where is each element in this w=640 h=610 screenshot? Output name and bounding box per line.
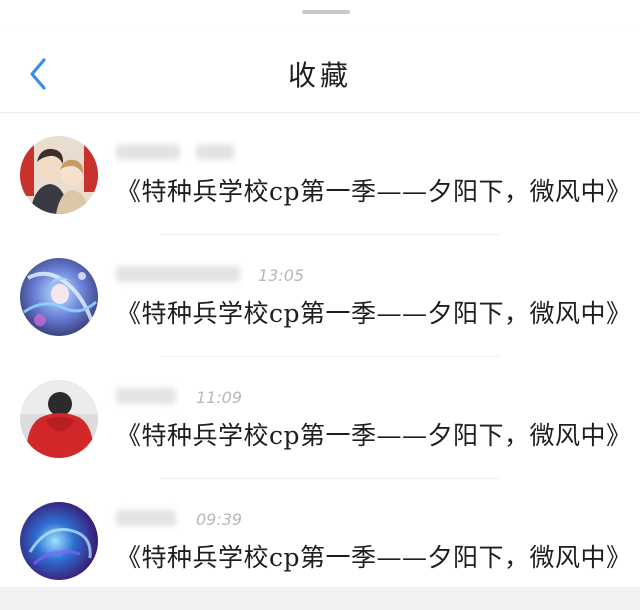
page-title: 收藏 xyxy=(287,59,352,92)
timestamp: 09:39 xyxy=(196,510,243,529)
list-item[interactable]: 09:39 《特种兵学校cp第一季——夕阳下，微风中》 xyxy=(0,488,640,610)
divider xyxy=(160,356,500,357)
avatar xyxy=(20,502,98,580)
favorite-title: 《特种兵学校cp第一季——夕阳下，微风中》 xyxy=(116,299,632,328)
author-name-blurred xyxy=(116,510,176,526)
header-bar: 收藏 xyxy=(0,32,640,113)
timestamp: 11:09 xyxy=(196,388,243,407)
favorite-title: 《特种兵学校cp第一季——夕阳下，微风中》 xyxy=(116,543,632,572)
avatar xyxy=(20,136,98,214)
divider xyxy=(160,478,500,479)
list-item[interactable]: 13:05 《特种兵学校cp第一季——夕阳下，微风中》 xyxy=(0,244,640,366)
favorites-list: 《特种兵学校cp第一季——夕阳下，微风中》 13:05 《特种兵学校cp第一季—… xyxy=(0,122,640,610)
divider xyxy=(160,234,500,235)
list-item[interactable]: 11:09 《特种兵学校cp第一季——夕阳下，微风中》 xyxy=(0,366,640,488)
favorite-title: 《特种兵学校cp第一季——夕阳下，微风中》 xyxy=(116,177,632,206)
favorite-title: 《特种兵学校cp第一季——夕阳下，微风中》 xyxy=(116,421,632,450)
author-name-blurred xyxy=(116,266,240,282)
favorites-sheet: 收藏 《特种兵学校cp第一季——夕阳下，微风中》 13:05 《特种兵学校cp第… xyxy=(0,0,640,587)
author-name-blurred xyxy=(116,144,180,160)
avatar xyxy=(20,258,98,336)
avatar xyxy=(20,380,98,458)
list-item[interactable]: 《特种兵学校cp第一季——夕阳下，微风中》 xyxy=(0,122,640,244)
sheet-grab-handle[interactable] xyxy=(302,10,350,14)
time-blurred xyxy=(196,144,234,160)
author-name-blurred xyxy=(116,388,176,404)
timestamp: 13:05 xyxy=(258,266,305,285)
